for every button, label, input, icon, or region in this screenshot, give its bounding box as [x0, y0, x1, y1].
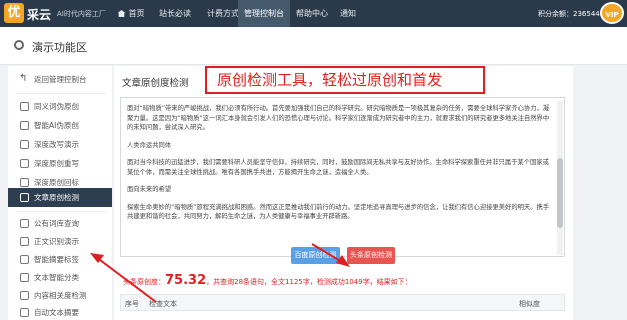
arrow-to-score — [95, 256, 157, 303]
arrow-head — [336, 255, 350, 267]
annotation-arrows — [90, 243, 350, 303]
arrow-to-button — [311, 243, 343, 263]
